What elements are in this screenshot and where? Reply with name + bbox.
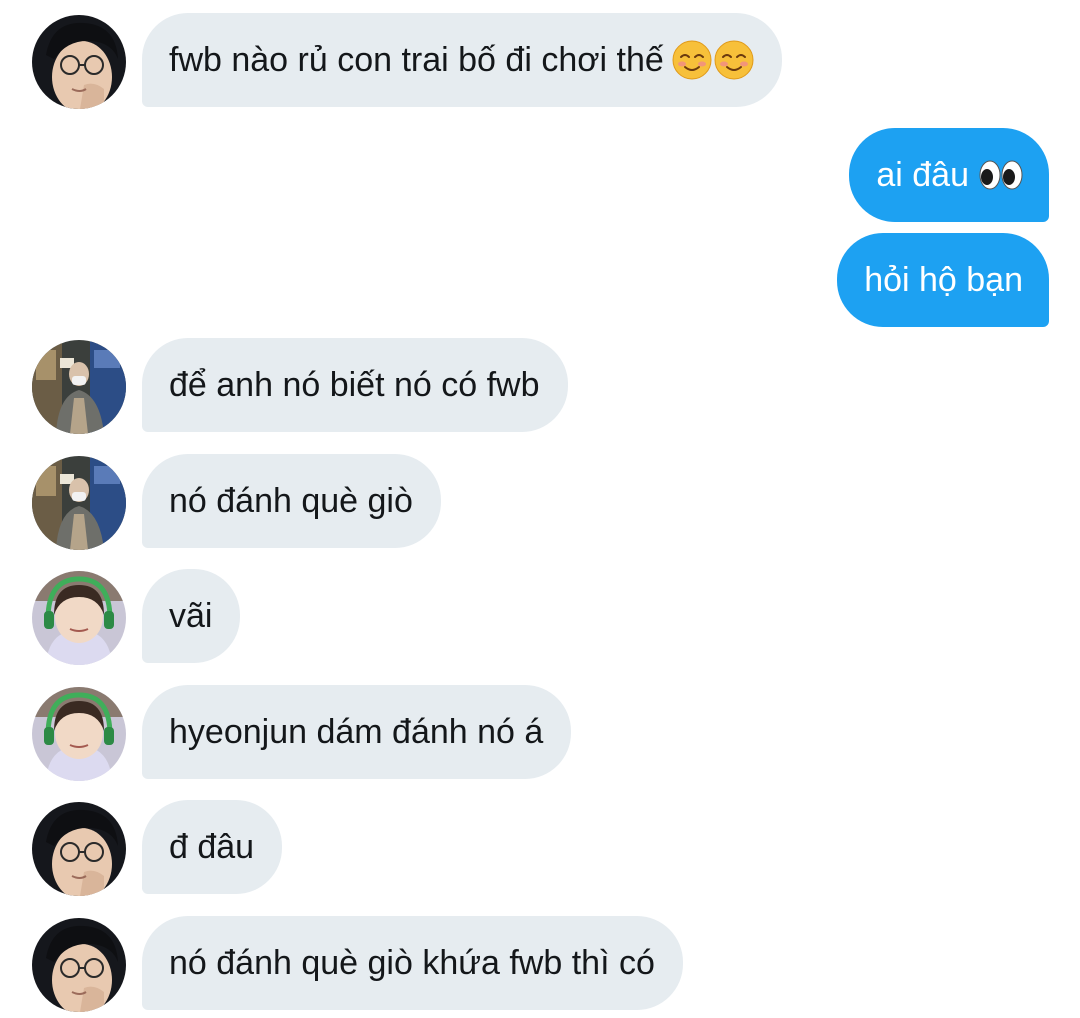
message-text: nó đánh què giò xyxy=(169,481,413,520)
message-row-incoming: đ đâu xyxy=(0,800,1080,896)
message-text: hyeonjun dám đánh nó á xyxy=(169,712,544,751)
message-text: hỏi hộ bạn xyxy=(864,260,1023,299)
message-text: vãi xyxy=(169,596,213,635)
message-bubble-incoming[interactable]: để anh nó biết nó có fwb xyxy=(142,338,568,432)
message-row-incoming: fwb nào rủ con trai bố đi chơi thế xyxy=(0,13,1080,109)
smiling-face-icon xyxy=(672,40,712,80)
message-row-outgoing: hỏi hộ bạn xyxy=(0,233,1080,329)
message-bubble-incoming[interactable]: nó đánh què giò khứa fwb thì có xyxy=(142,916,683,1010)
avatar[interactable] xyxy=(32,456,126,550)
smiling-face-icon xyxy=(714,40,754,80)
message-bubble-incoming[interactable]: hyeonjun dám đánh nó á xyxy=(142,685,572,779)
message-row-incoming: hyeonjun dám đánh nó á xyxy=(0,685,1080,781)
avatar[interactable] xyxy=(32,687,126,781)
avatar[interactable] xyxy=(32,918,126,1012)
message-row-incoming: để anh nó biết nó có fwb xyxy=(0,338,1080,434)
avatar[interactable] xyxy=(32,802,126,896)
avatar[interactable] xyxy=(32,15,126,109)
message-bubble-incoming[interactable]: nó đánh què giò xyxy=(142,454,441,548)
message-bubble-outgoing[interactable]: hỏi hộ bạn xyxy=(837,233,1049,327)
eyes-icon xyxy=(979,160,1023,190)
message-row-incoming: nó đánh què giò khứa fwb thì có xyxy=(0,916,1080,1012)
message-text: nó đánh què giò khứa fwb thì có xyxy=(169,943,655,982)
message-text: đ đâu xyxy=(169,827,255,866)
chat-conversation: fwb nào rủ con trai bố đi chơi thế ai đâ… xyxy=(0,0,1080,1018)
message-text: fwb nào rủ con trai bố đi chơi thế xyxy=(169,40,664,79)
avatar[interactable] xyxy=(32,340,126,434)
avatar[interactable] xyxy=(32,571,126,665)
message-bubble-incoming[interactable]: fwb nào rủ con trai bố đi chơi thế xyxy=(142,13,782,107)
message-bubble-outgoing[interactable]: ai đâu xyxy=(849,128,1049,222)
message-row-incoming: vãi xyxy=(0,569,1080,665)
message-row-outgoing: ai đâu xyxy=(0,128,1080,224)
message-text: để anh nó biết nó có fwb xyxy=(169,365,540,404)
message-bubble-incoming[interactable]: vãi xyxy=(142,569,241,663)
message-row-incoming: nó đánh què giò xyxy=(0,454,1080,550)
message-text: ai đâu xyxy=(876,155,969,194)
message-bubble-incoming[interactable]: đ đâu xyxy=(142,800,283,894)
